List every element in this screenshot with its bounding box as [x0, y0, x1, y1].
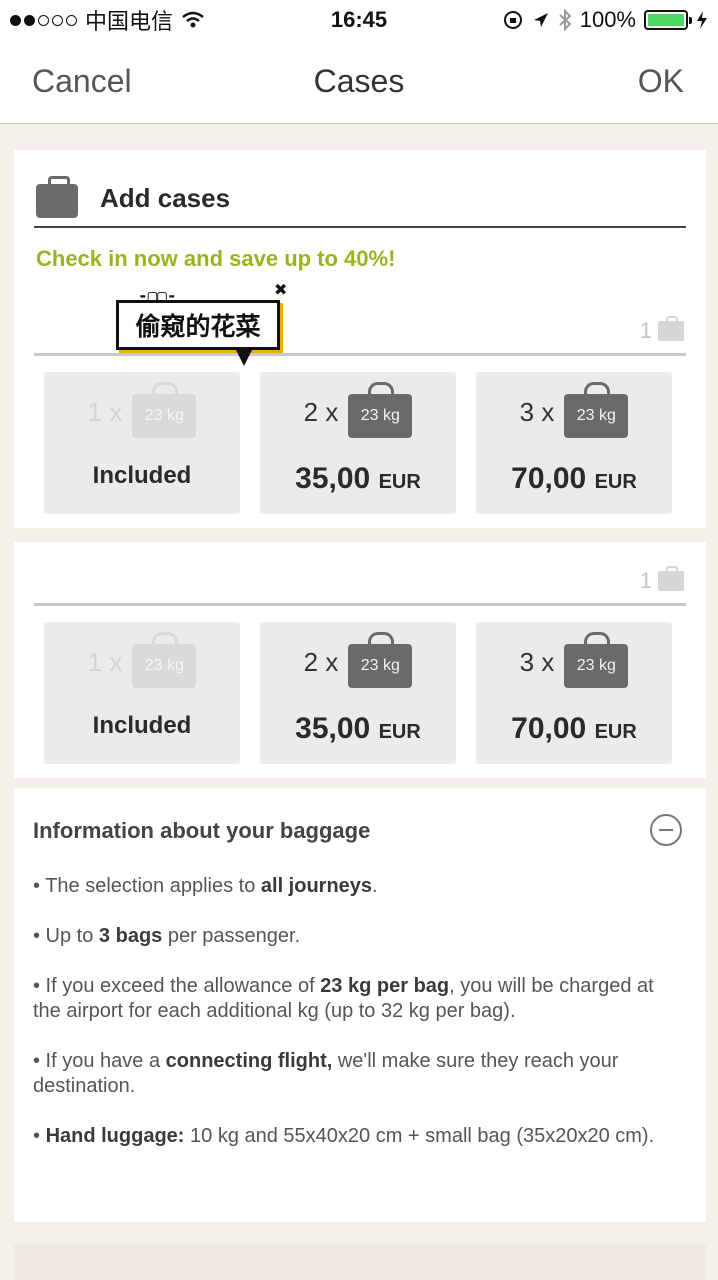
price-value: 35,00: [295, 712, 371, 745]
page-title: Cases: [313, 63, 405, 99]
suitcase-icon: 23 kg: [348, 382, 413, 438]
option-weight: 23 kg: [576, 407, 616, 424]
suitcase-icon: [658, 316, 684, 341]
option-quantity: 3 x: [519, 396, 555, 427]
baggage-info-list: • The selection applies to all journeys.…: [33, 874, 683, 1174]
price-value: 70,00: [511, 462, 587, 495]
option-weight: 23 kg: [144, 407, 184, 424]
add-cases-title: Add cases: [100, 182, 231, 213]
bag-option-3[interactable]: 3 x 23 kg 70,00 EUR: [476, 622, 672, 764]
battery-icon: [644, 10, 692, 30]
status-left: 中国电信: [10, 4, 205, 36]
option-quantity: 1 x: [87, 646, 123, 677]
info-item: • If you have a connecting flight, we'll…: [33, 1050, 619, 1097]
option-quantity: 2 x: [303, 646, 339, 677]
next-section-edge: [14, 1244, 706, 1280]
bag-options: 1 x 23 kg Included 2 x 23 kg 35,00 EUR 3…: [44, 622, 672, 764]
battery-percent: 100%: [579, 7, 636, 32]
bag-option-3[interactable]: 3 x 23 kg 70,00 EUR: [476, 372, 672, 514]
bag-option-1[interactable]: 1 x 23 kg Included: [44, 622, 240, 764]
option-included-label: Included: [92, 712, 192, 739]
option-quantity: 2 x: [303, 396, 339, 427]
option-price: 70,00 EUR: [476, 462, 672, 496]
bag-option-2[interactable]: 2 x 23 kg 35,00 EUR: [260, 622, 456, 764]
price-currency: EUR: [594, 721, 637, 743]
info-item: • Up to 3 bags per passenger.: [33, 925, 301, 947]
price-value: 70,00: [511, 712, 587, 745]
price-value: 35,00: [295, 462, 371, 495]
bag-option-2[interactable]: 2 x 23 kg 35,00 EUR: [260, 372, 456, 514]
sticker-text: 偷窥的花菜: [135, 313, 261, 341]
location-icon: [533, 13, 548, 27]
suitcase-icon: 23 kg: [132, 382, 197, 438]
add-cases-header: Add cases: [34, 170, 686, 228]
suitcase-icon: 23 kg: [348, 632, 413, 688]
option-quantity: 3 x: [519, 646, 555, 677]
passenger-row: 1: [34, 556, 686, 606]
sticker-close-icon: ✖: [274, 282, 288, 299]
suitcase-icon: 23 kg: [564, 382, 629, 438]
bag-count-value: 1: [639, 568, 652, 593]
baggage-info-title: Information about your baggage: [33, 818, 371, 843]
info-item: • Hand luggage: 10 kg and 55x40x20 cm + …: [33, 1125, 655, 1147]
signal-strength-icon: [10, 14, 77, 26]
passenger-bag-count: 1: [639, 566, 684, 594]
option-quantity: 1 x: [87, 396, 123, 427]
price-currency: EUR: [378, 471, 421, 493]
bag-options: 1 x 23 kg Included 2 x 23 kg 35,00 EUR 3…: [44, 372, 672, 514]
orientation-lock-icon: [503, 11, 522, 29]
cancel-button[interactable]: Cancel: [32, 63, 132, 100]
bag-option-1[interactable]: 1 x 23 kg Included: [44, 372, 240, 514]
suitcase-icon: 23 kg: [564, 632, 629, 688]
suitcase-icon: 23 kg: [132, 632, 197, 688]
option-weight: 23 kg: [360, 657, 400, 674]
bag-count-value: 1: [639, 318, 652, 343]
price-currency: EUR: [378, 721, 421, 743]
bluetooth-icon: [559, 9, 572, 31]
promo-text: Check in now and save up to 40%!: [36, 246, 396, 271]
option-weight: 23 kg: [576, 657, 616, 674]
price-currency: EUR: [594, 471, 637, 493]
status-bar: 中国电信 16:45 100%: [0, 0, 718, 40]
suitcase-icon: [36, 176, 78, 218]
sticker-tail: [236, 350, 252, 366]
option-price: 70,00 EUR: [476, 712, 672, 746]
info-item: • If you exceed the allowance of 23 kg p…: [33, 975, 654, 1022]
option-included-label: Included: [92, 462, 192, 489]
option-weight: 23 kg: [360, 407, 400, 424]
option-price: 35,00 EUR: [260, 462, 456, 496]
collapse-button[interactable]: [650, 814, 682, 846]
option-price: 35,00 EUR: [260, 712, 456, 746]
baggage-info-card: Information about your baggage • The sel…: [14, 788, 706, 1222]
passenger-bag-count: 1: [639, 316, 684, 344]
ok-button[interactable]: OK: [638, 63, 684, 100]
navigation-bar: Cancel Cases OK: [0, 40, 718, 124]
suitcase-icon: [658, 566, 684, 591]
carrier-label: 中国电信: [85, 9, 174, 34]
wifi-icon: [182, 11, 204, 28]
info-item: • The selection applies to all journeys.: [33, 875, 378, 897]
passenger-2-card: 1 1 x 23 kg Included 2 x 23 kg 35,00 EUR…: [14, 542, 706, 778]
charging-icon: [697, 11, 707, 29]
watermark-sticker: 偷窥的花菜: [116, 300, 280, 350]
status-right: 100%: [502, 7, 708, 33]
option-weight: 23 kg: [144, 657, 184, 674]
